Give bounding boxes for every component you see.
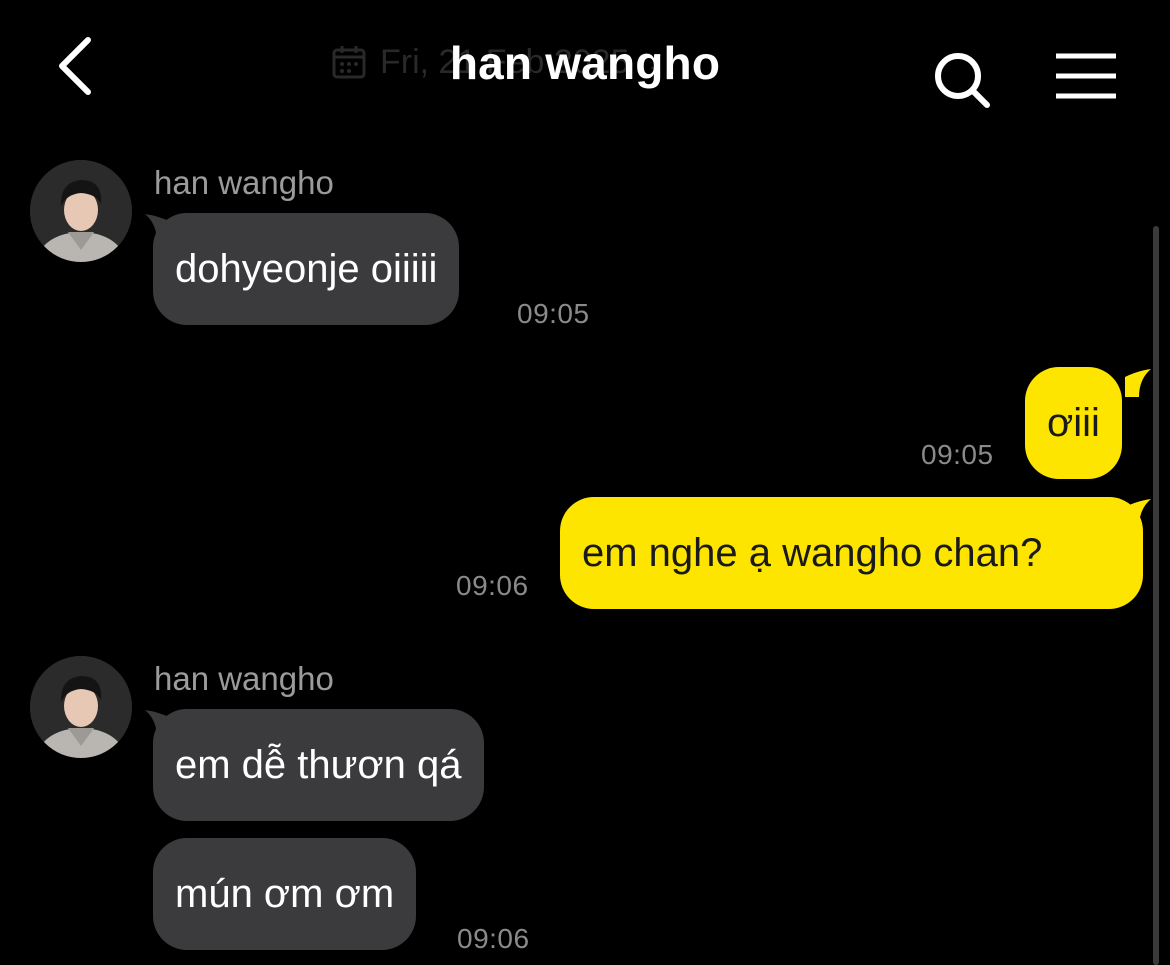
message-bubble[interactable]: mún ơm ơm xyxy=(153,838,417,950)
message-bubble[interactable]: dohyeonje oiiiii xyxy=(153,213,460,325)
message-time: 09:06 xyxy=(456,570,529,601)
sender-name: han wangho xyxy=(154,660,334,697)
menu-button[interactable] xyxy=(1054,52,1118,102)
chevron-left-icon xyxy=(59,37,91,95)
message-time: 09:05 xyxy=(921,439,994,470)
back-button[interactable] xyxy=(48,34,108,98)
chevron-right-icon: › xyxy=(649,45,660,78)
bubble-tail xyxy=(1125,369,1151,397)
message-time: 09:05 xyxy=(517,298,590,329)
search-icon xyxy=(935,53,990,108)
sender-name: han wangho xyxy=(154,164,334,201)
search-button[interactable] xyxy=(930,50,994,110)
calendar-icon xyxy=(332,46,366,79)
chat-header: Fri, 21 Feb 2025 › han wangho xyxy=(0,0,1170,140)
profile-photo xyxy=(30,656,132,758)
message-bubble[interactable]: em nghe ạ wangho chan? xyxy=(560,497,1143,609)
date-banner: Fri, 21 Feb 2025 › xyxy=(310,32,860,92)
message-bubble[interactable]: em dễ thươn qá xyxy=(153,709,484,821)
message-bubble[interactable]: ơiii xyxy=(1025,367,1122,479)
message-time: 09:06 xyxy=(457,923,530,954)
scrollbar[interactable] xyxy=(1153,226,1159,965)
date-text: Fri, 21 Feb 2025 xyxy=(380,42,630,81)
avatar[interactable] xyxy=(30,160,132,262)
profile-photo xyxy=(30,160,132,262)
avatar[interactable] xyxy=(30,656,132,758)
hamburger-menu-icon xyxy=(1056,53,1116,99)
